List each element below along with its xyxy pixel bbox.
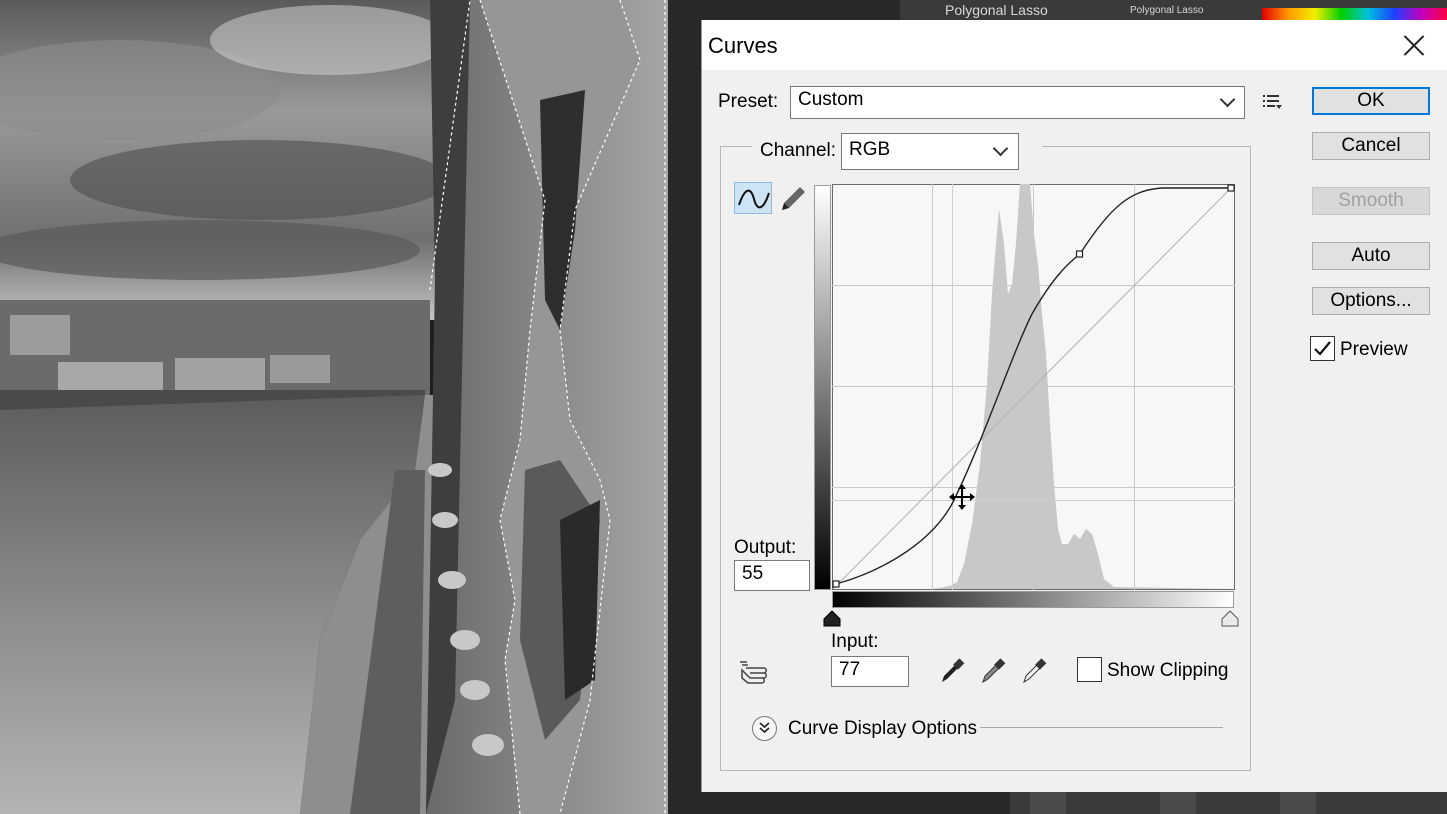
input-label: Input:	[831, 631, 879, 652]
channel-select[interactable]: RGB	[841, 133, 1019, 170]
curve-graph[interactable]	[832, 184, 1235, 590]
ok-button[interactable]: OK	[1312, 87, 1430, 115]
pencil-tool-button[interactable]	[774, 182, 812, 214]
dialog-title: Curves	[708, 33, 778, 58]
black-point-slider[interactable]	[822, 610, 842, 628]
close-icon[interactable]	[1394, 26, 1434, 64]
canvas-image	[0, 0, 668, 814]
options-button[interactable]: Options...	[1312, 287, 1430, 315]
preset-select[interactable]: Custom	[790, 86, 1245, 119]
curve-point-tool-button[interactable]	[734, 182, 772, 214]
background-panel-footer	[1010, 792, 1447, 814]
input-field[interactable]: 77	[831, 656, 909, 687]
show-clipping-checkbox[interactable]	[1077, 657, 1102, 682]
curves-dialog: Curves Preset: Custom Channel: RGB Outpu…	[701, 20, 1447, 792]
dialog-titlebar[interactable]: Curves	[702, 20, 1447, 70]
channel-label: Channel:	[760, 140, 837, 161]
curve-point[interactable]	[832, 580, 840, 588]
preview-label: Preview	[1340, 339, 1408, 360]
preview-checkbox[interactable]	[1310, 336, 1335, 361]
white-point-slider[interactable]	[1220, 610, 1240, 628]
output-label: Output:	[734, 537, 797, 558]
cancel-button[interactable]: Cancel	[1312, 132, 1430, 160]
preset-label: Preset:	[718, 91, 779, 112]
black-eyedropper-icon[interactable]	[938, 656, 966, 684]
curve-icon	[738, 189, 770, 209]
smooth-button[interactable]: Smooth	[1312, 187, 1430, 215]
preset-menu-icon[interactable]	[1262, 93, 1284, 111]
on-image-adjustment-icon[interactable]	[738, 658, 772, 688]
color-spectrum-bar[interactable]	[1262, 8, 1447, 20]
white-eyedropper-icon[interactable]	[1020, 656, 1048, 684]
checkmark-icon	[1314, 341, 1331, 356]
chevron-down-icon	[992, 140, 1009, 157]
curve-display-options-label: Curve Display Options	[788, 718, 978, 739]
photo-artwork	[0, 0, 668, 814]
output-gradient-bar	[814, 185, 831, 590]
output-field[interactable]: 55	[734, 560, 810, 591]
curve-point[interactable]	[1227, 184, 1235, 192]
pencil-icon	[782, 187, 805, 210]
input-gradient-bar	[832, 591, 1234, 608]
auto-button[interactable]: Auto	[1312, 242, 1430, 270]
show-clipping-label: Show Clipping	[1107, 660, 1229, 681]
gray-eyedropper-icon[interactable]	[979, 656, 1007, 684]
preset-value: Custom	[798, 89, 864, 110]
background-panel-sublabel: Polygonal Lasso	[1130, 5, 1204, 16]
background-panel-label: Polygonal Lasso	[945, 2, 1048, 18]
double-chevron-down-icon	[759, 722, 770, 734]
channel-value: RGB	[849, 139, 891, 160]
divider	[980, 727, 1223, 728]
chevron-down-icon	[1219, 91, 1236, 108]
expand-options-button[interactable]	[752, 716, 777, 741]
curve-point[interactable]	[1075, 250, 1084, 258]
